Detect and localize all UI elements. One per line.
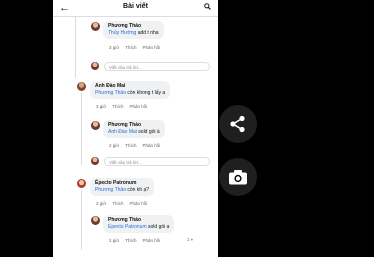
comment-actions: 2 giờ Thích Phản hồi (96, 201, 153, 206)
comment-bubble: Phương Thảo Anh Đào Mai sold gói à (103, 120, 165, 138)
comment-author[interactable]: Épecto Patronum (95, 180, 149, 187)
camera-icon[interactable] (228, 169, 248, 185)
like-button[interactable]: Thích (112, 104, 123, 109)
comment-time: 3 giờ (96, 104, 107, 109)
comment-mention[interactable]: Anh Đào Mai (108, 129, 137, 135)
comment-text: còn khong t lấy a (126, 90, 166, 96)
comment-text: sold gói à (136, 129, 160, 135)
page-title: Bài viết (123, 3, 148, 10)
like-button[interactable]: Thích (112, 201, 123, 206)
comment-text: còn kh ạ? (126, 187, 150, 193)
reply-button[interactable]: Phản hồi (142, 45, 160, 50)
reaction-number: 1 (187, 237, 190, 242)
comment-bubble: Phương Thảo Épecto Patronum sold gói a (103, 215, 175, 233)
comment-time: 2 giờ (96, 201, 107, 206)
comment-mention[interactable]: Phương Thảo (95, 90, 126, 96)
comment-time: 3 giờ (109, 45, 120, 50)
reply-input[interactable]: Viết câu trả lời... (104, 62, 210, 71)
reply-button[interactable]: Phản hồi (129, 201, 147, 206)
comment-actions: 3 giờ Thích Phản hồi (109, 45, 166, 50)
like-button[interactable]: Thích (125, 45, 136, 50)
comment-text: sold gói a (146, 224, 170, 230)
avatar[interactable] (77, 82, 86, 91)
comment-text: add t nha (136, 30, 159, 36)
comment-actions: 2 giờ Thích Phản hồi (109, 143, 166, 148)
comment-actions: 2 giờ Thích Phản hồi (109, 238, 166, 243)
reply-button[interactable]: Phản hồi (142, 238, 160, 243)
thread-line (75, 16, 76, 78)
avatar[interactable] (91, 121, 100, 130)
reaction-emoji-icon: ● (190, 237, 194, 242)
comment-bubble: Épecto Patronum Phương Thảo còn kh ạ? (90, 178, 155, 196)
like-button[interactable]: Thích (125, 238, 136, 243)
avatar (91, 157, 99, 165)
reply-button[interactable]: Phản hồi (142, 143, 160, 148)
avatar[interactable] (91, 22, 100, 31)
avatar (91, 62, 99, 70)
reaction-count: 1● (187, 237, 199, 242)
share-icon[interactable] (229, 115, 247, 133)
search-icon[interactable] (204, 3, 211, 10)
comment-bubble: Anh Đào Mai Phương Thảo còn khong t lấy … (90, 81, 171, 99)
comment-time: 2 giờ (109, 143, 120, 148)
thread-line (81, 93, 82, 165)
reply-button[interactable]: Phản hồi (129, 104, 147, 109)
comment-author[interactable]: Phương Thảo (108, 23, 159, 30)
comment-author[interactable]: Phương Thảo (108, 122, 160, 129)
comment-time: 2 giờ (109, 238, 120, 243)
avatar[interactable] (77, 179, 86, 188)
comment-mention[interactable]: Thúy Hường (108, 30, 136, 36)
reply-input[interactable]: Viết câu trả lời... (104, 157, 210, 166)
comment-mention[interactable]: Épecto Patronum (108, 224, 147, 230)
comment-bubble: Phương Thảo Thúy Hường add t nha (103, 21, 164, 39)
avatar[interactable] (91, 216, 100, 225)
comment-author[interactable]: Phương Thảo (108, 217, 169, 224)
post-screen: ← Bài viết Phương Thảo Thúy Hường add t … (53, 0, 218, 257)
thread-line (81, 190, 82, 250)
comment-mention[interactable]: Phương Thảo (95, 187, 126, 193)
like-button[interactable]: Thích (125, 143, 136, 148)
comment-actions: 3 giờ Thích Phản hồi (96, 104, 153, 109)
comment-author[interactable]: Anh Đào Mai (95, 83, 165, 90)
top-bar: ← Bài viết (53, 0, 218, 17)
